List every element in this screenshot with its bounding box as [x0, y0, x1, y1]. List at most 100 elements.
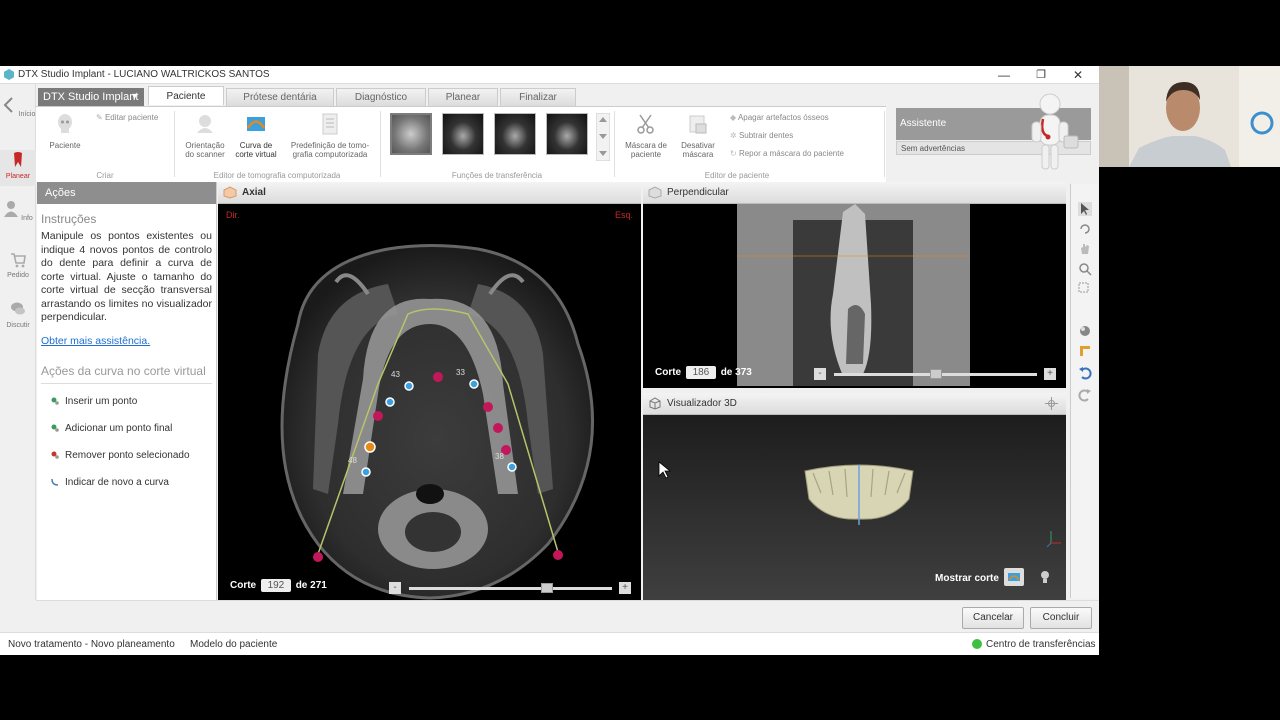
rotate-tool-icon[interactable] [1078, 222, 1092, 236]
axial-slice-minus-button[interactable]: - [389, 582, 401, 594]
tab-diagnostico[interactable]: Diagnóstico [336, 88, 426, 106]
tab-paciente[interactable]: Paciente [148, 86, 224, 105]
slice-plane-icon [1008, 573, 1020, 581]
tooth-label: 43 [391, 370, 400, 379]
slice-total: de 373 [720, 367, 752, 378]
restore-button[interactable]: ❐ [1026, 67, 1056, 83]
ribbon-separator [614, 111, 615, 177]
action-label: Inserir um ponto [65, 395, 138, 407]
left-side-marker: Esq. [614, 210, 633, 220]
nav-planear[interactable]: Planear [0, 150, 36, 186]
paciente-button[interactable]: Paciente [44, 113, 86, 150]
insert-point-action[interactable]: Inserir um ponto [37, 388, 216, 415]
axial-viewport[interactable]: Dir. Esq. 43 33 48 38 Corte 192 de 271 -… [218, 204, 641, 600]
window-title: DTX Studio Implant - LUCIANO WALTRICKOS … [18, 69, 270, 80]
mascara-label-2: paciente [630, 150, 662, 159]
tab-protese[interactable]: Prótese dentária [226, 88, 334, 106]
axial-slider-thumb[interactable] [540, 583, 553, 593]
instructions-title: Instruções [41, 212, 97, 226]
transfer-function-thumb-4[interactable] [546, 113, 588, 155]
apagar-artefactos-button[interactable]: ◆ Apagar artefactos ósseos [730, 113, 829, 122]
transfer-scroll-arrows-icon[interactable] [596, 113, 610, 161]
axial-slice-input[interactable]: 192 [260, 579, 291, 592]
axial-slice-slider[interactable] [409, 587, 612, 590]
subtrair-dentes-button[interactable]: ✲ Subtrair dentes [730, 131, 793, 140]
actions-header: Ações [37, 182, 216, 204]
show-slice-toggle[interactable] [1004, 568, 1024, 586]
sphere-tool-icon[interactable] [1078, 324, 1092, 338]
curva-button[interactable]: Curva de corte virtual [232, 113, 280, 159]
action-label: Remover ponto selecionado [65, 449, 190, 461]
nav-label: Discutir [6, 322, 30, 329]
perpendicular-slice-plus-button[interactable]: + [1044, 368, 1056, 380]
mask-off-icon [689, 115, 707, 134]
nav-inicio[interactable]: Início [0, 96, 36, 118]
transfer-function-thumb-1[interactable] [390, 113, 432, 155]
predefinicao-button[interactable]: Predefinição de tomo- grafia computoriza… [286, 113, 374, 159]
perpendicular-view-icon [648, 186, 662, 199]
viewer3d-header: Visualizador 3D [643, 393, 1066, 415]
subtract-teeth-icon: ✲ [730, 131, 737, 140]
app-logo-icon [4, 69, 14, 80]
perpendicular-header: Perpendicular [643, 182, 1066, 204]
right-side-marker: Dir. [226, 210, 240, 220]
title-bar: DTX Studio Implant - LUCIANO WALTRICKOS … [0, 66, 1099, 84]
insert-point-icon [51, 397, 59, 405]
edit-icon: ✎ [96, 113, 103, 122]
desativar-mascara-button[interactable]: Desativar máscara [674, 113, 722, 159]
axes-orientation-icon [1046, 531, 1061, 548]
editar-paciente-button[interactable]: ✎ Editar paciente [96, 113, 158, 122]
nav-info[interactable]: Info [0, 200, 36, 222]
repor-mascara-button[interactable]: ↻ Repor a máscara do paciente [730, 149, 844, 158]
remove-point-action[interactable]: Remover ponto selecionado [37, 442, 216, 469]
zoom-area-icon[interactable] [1078, 282, 1092, 296]
app-dropdown-label: DTX Studio Implant [43, 91, 139, 103]
orientacao-button[interactable]: Orientação do scanner [180, 113, 230, 159]
viewer3d-viewport[interactable]: Mostrar corte [643, 415, 1066, 600]
nav-discutir[interactable]: Discutir [0, 300, 36, 329]
person-icon [4, 201, 19, 217]
tooth-label: 33 [456, 368, 465, 377]
virtual-curve-icon [246, 117, 266, 131]
tooth-label: 48 [348, 456, 357, 465]
perpendicular-slider-thumb[interactable] [929, 369, 942, 379]
pointer-tool-icon[interactable] [1078, 202, 1092, 216]
curva-label-2: corte virtual [235, 150, 277, 159]
head-view-icon[interactable] [1039, 570, 1051, 584]
pan-hand-icon[interactable] [1078, 242, 1092, 256]
undo-icon[interactable] [1078, 366, 1092, 380]
mascara-button[interactable]: Máscara de paciente [620, 113, 672, 159]
zoom-tool-icon[interactable] [1078, 262, 1092, 276]
axial-slice-plus-button[interactable]: + [619, 582, 631, 594]
help-link[interactable]: Obter mais assistência. [41, 335, 212, 347]
close-button[interactable]: ✕ [1063, 67, 1093, 83]
axial-ct-image [280, 244, 594, 600]
redo-icon[interactable] [1078, 388, 1092, 402]
axial-title: Axial [242, 187, 266, 198]
conclude-button[interactable]: Concluir [1030, 607, 1092, 629]
status-transfer-center[interactable]: Centro de transferências [986, 639, 1096, 650]
add-endpoint-action[interactable]: Adicionar um ponto final [37, 415, 216, 442]
desativar-label-2: máscara [682, 150, 714, 159]
perpendicular-viewport[interactable]: Corte 186 de 373 - + [643, 204, 1066, 388]
status-treatment[interactable]: Novo tratamento - Novo planeamento [8, 639, 175, 650]
redraw-curve-action[interactable]: Indicar de novo a curva [37, 469, 216, 496]
cancel-button[interactable]: Cancelar [962, 607, 1024, 629]
slice-total: de 271 [295, 580, 327, 591]
presenter-video [1099, 66, 1280, 167]
app-dropdown[interactable]: DTX Studio Implant ▼ [38, 88, 144, 106]
perpendicular-slice-minus-button[interactable]: - [814, 368, 826, 380]
crosshair-icon[interactable] [1045, 397, 1058, 410]
nav-pedido[interactable]: Pedido [0, 250, 36, 279]
transfer-function-thumb-2[interactable] [442, 113, 484, 155]
measure-tool-icon[interactable] [1078, 344, 1092, 358]
minimize-button[interactable]: — [989, 67, 1019, 83]
transfer-function-thumb-3[interactable] [494, 113, 536, 155]
slice-label: Corte [655, 367, 682, 378]
paciente-label: Paciente [49, 141, 81, 150]
webcam-overlay [1099, 66, 1280, 167]
tab-planear[interactable]: Planear [428, 88, 498, 106]
perpendicular-slice-input[interactable]: 186 [685, 366, 716, 379]
tab-finalizar[interactable]: Finalizar [500, 88, 576, 106]
status-model[interactable]: Modelo do paciente [190, 639, 277, 650]
